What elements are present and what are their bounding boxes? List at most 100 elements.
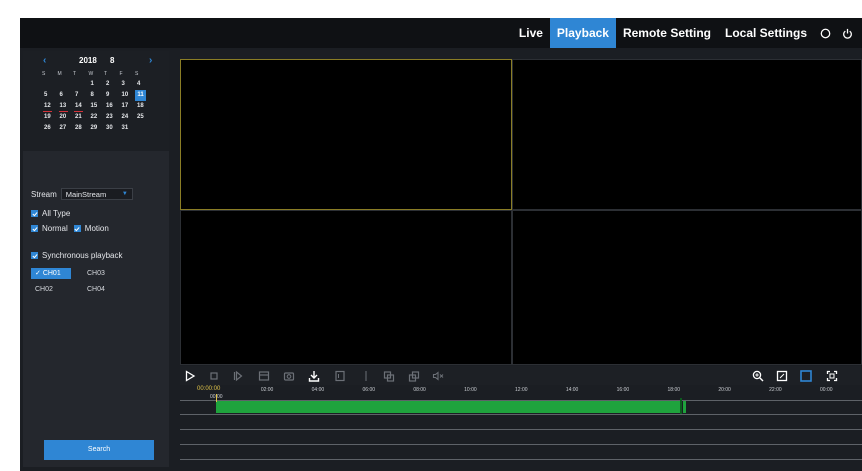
channel-label: CH04 xyxy=(87,286,105,293)
synchronous-label: Synchronous playback xyxy=(42,251,123,260)
calendar-day[interactable]: 10 xyxy=(120,90,136,101)
calendar-days: 1 2 3 4 5 6 7 8 9 10 11 12 13 14 15 16 17 18 19 20 21 22 23 24 2… xyxy=(42,79,151,134)
nav-remote-setting[interactable]: Remote Setting xyxy=(616,18,718,48)
info-circle-icon[interactable] xyxy=(814,18,836,48)
timeline-line xyxy=(180,414,862,415)
calendar-day[interactable]: 13 xyxy=(58,101,74,112)
calendar-day xyxy=(73,79,89,90)
calendar-day[interactable]: 28 xyxy=(73,123,89,134)
channel-ch03[interactable]: CH03 xyxy=(83,268,123,279)
power-icon[interactable] xyxy=(836,18,858,48)
timeline-tick-label: 00:00 xyxy=(820,387,833,393)
fast-play-icon[interactable] xyxy=(408,369,420,382)
calendar-day[interactable]: 18 xyxy=(135,101,151,112)
calendar-day[interactable]: 17 xyxy=(120,101,136,112)
calendar-day[interactable]: 4 xyxy=(135,79,151,90)
calendar-day[interactable]: 21 xyxy=(73,112,89,123)
current-time: 00:00:00 xyxy=(197,386,221,392)
channel-row-1: ✓ CH01 CH03 xyxy=(31,268,123,279)
playhead[interactable] xyxy=(216,394,217,402)
nav-live[interactable]: Live xyxy=(512,18,550,48)
channel-ch02[interactable]: CH02 xyxy=(31,284,71,295)
weekday-label: S xyxy=(42,71,46,77)
all-type-row: All Type xyxy=(31,209,70,218)
weekday-label: W xyxy=(88,71,94,77)
calendar-day[interactable]: 2 xyxy=(104,79,120,90)
calendar-day[interactable]: 30 xyxy=(104,123,120,134)
calendar-day[interactable]: 6 xyxy=(58,90,74,101)
recording-marker xyxy=(680,398,682,415)
slow-play-icon[interactable] xyxy=(383,369,395,382)
single-view-icon[interactable] xyxy=(776,369,788,382)
calendar-day[interactable]: 1 xyxy=(89,79,105,90)
snapshot-icon[interactable] xyxy=(283,369,295,381)
calendar-day[interactable]: 12 xyxy=(42,101,58,112)
stream-select[interactable]: MainStream ▼ xyxy=(60,188,133,200)
timeline-tick-label: 08:00 xyxy=(413,387,426,393)
step-forward-icon[interactable] xyxy=(232,369,244,382)
recording-segment[interactable] xyxy=(683,401,686,413)
timeline-tick-label: 16:00 xyxy=(616,387,630,393)
nav-local-settings[interactable]: Local Settings xyxy=(718,18,814,48)
zoom-in-icon[interactable] xyxy=(752,369,764,382)
calendar-day[interactable]: 20 xyxy=(58,112,74,123)
channel-label: CH02 xyxy=(35,286,53,293)
calendar-day[interactable]: 19 xyxy=(42,112,58,123)
calendar-day[interactable]: 15 xyxy=(89,101,105,112)
clip-icon[interactable] xyxy=(258,369,270,381)
timeline-tick-label: 02:00 xyxy=(260,387,274,393)
calendar-day[interactable]: 7 xyxy=(73,90,89,101)
download-icon[interactable] xyxy=(308,369,320,382)
all-type-checkbox[interactable] xyxy=(31,210,38,217)
backup-icon[interactable] xyxy=(334,369,346,382)
calendar-day[interactable]: 26 xyxy=(42,123,58,134)
video-tile-1[interactable] xyxy=(180,59,512,210)
calendar-day[interactable]: 14 xyxy=(73,101,89,112)
channel-label: CH03 xyxy=(87,270,105,277)
nav-playback[interactable]: Playback xyxy=(549,18,616,48)
calendar-day[interactable]: 16 xyxy=(104,101,120,112)
calendar-year: 2018 xyxy=(79,56,97,65)
calendar-day[interactable]: 31 xyxy=(120,123,136,134)
calendar-day[interactable]: 22 xyxy=(89,112,105,123)
chevron-left-icon[interactable]: ‹ xyxy=(43,55,46,66)
app-window: Live Playback Remote Setting Local Setti… xyxy=(20,18,862,471)
calendar-day[interactable]: 5 xyxy=(42,90,58,101)
calendar-day[interactable]: 29 xyxy=(89,123,105,134)
calendar-day[interactable]: 3 xyxy=(120,79,136,90)
synchronous-checkbox[interactable] xyxy=(31,252,38,259)
calendar-day xyxy=(135,123,151,134)
calendar-day[interactable]: 11 xyxy=(135,90,146,101)
recording-segment[interactable] xyxy=(216,401,682,413)
chevron-right-icon[interactable]: › xyxy=(149,55,152,66)
play-icon[interactable] xyxy=(184,369,196,382)
calendar-day[interactable]: 25 xyxy=(135,112,151,123)
search-button[interactable]: Search xyxy=(44,440,154,460)
calendar: ‹ 2018 8 › S M T W T F S 1 2 3 4 5 6 7 8 9 10 11 12… xyxy=(23,51,169,151)
caret-down-icon: ▼ xyxy=(121,191,128,197)
calendar-day[interactable]: 9 xyxy=(104,90,120,101)
quad-view-icon[interactable] xyxy=(800,369,812,382)
calendar-day xyxy=(58,79,74,90)
weekday-label: T xyxy=(104,71,108,77)
video-tile-2[interactable] xyxy=(512,59,862,210)
all-type-label: All Type xyxy=(42,209,71,218)
calendar-day[interactable]: 24 xyxy=(120,112,136,123)
calendar-day[interactable]: 23 xyxy=(104,112,120,123)
mute-icon[interactable] xyxy=(432,369,444,381)
video-tile-3[interactable] xyxy=(180,210,512,365)
stop-icon[interactable] xyxy=(208,369,220,381)
calendar-weekdays: S M T W T F S xyxy=(42,71,151,77)
calendar-day[interactable]: 27 xyxy=(58,123,74,134)
calendar-day[interactable]: 8 xyxy=(89,90,105,101)
channel-ch04[interactable]: CH04 xyxy=(83,284,123,295)
normal-checkbox[interactable] xyxy=(31,225,38,232)
timeline[interactable]: 00:00:00 00:00 02:00 04:00 06:00 08:00 10:00 1… xyxy=(180,385,862,471)
timeline-tick-label: 04:00 xyxy=(311,387,325,393)
channel-ch01[interactable]: ✓ CH01 xyxy=(31,268,71,279)
video-tile-4[interactable] xyxy=(512,210,862,365)
separator-icon xyxy=(360,369,372,381)
fullscreen-icon[interactable] xyxy=(826,369,838,382)
motion-checkbox[interactable] xyxy=(73,225,81,232)
weekday-label: S xyxy=(135,71,139,77)
